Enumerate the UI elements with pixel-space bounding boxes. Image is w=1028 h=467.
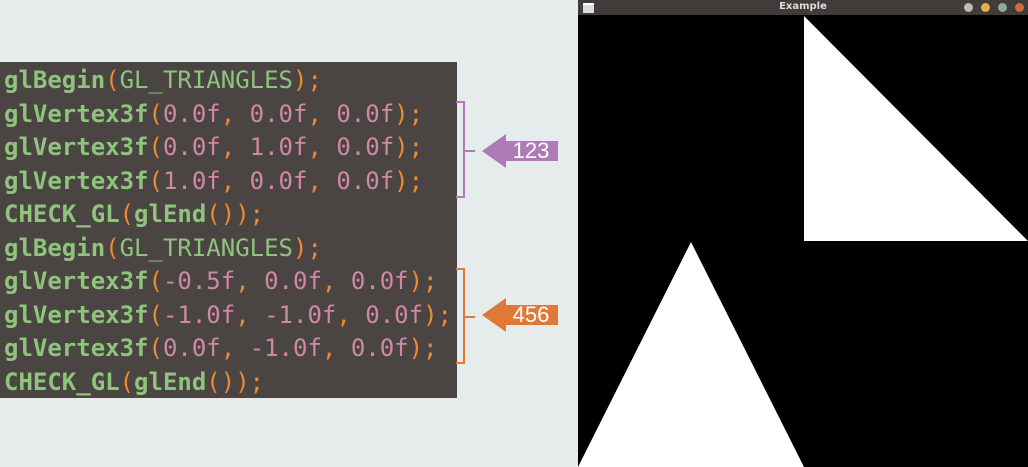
code-token: );: [394, 99, 424, 128]
window-maximize-button[interactable]: [998, 3, 1007, 12]
code-token: glVertex3f: [4, 133, 149, 161]
code-line: glVertex3f(0.0f, 1.0f, 0.0f);: [0, 131, 457, 165]
code-token: (: [148, 300, 163, 329]
code-token: (: [148, 166, 163, 195]
code-token: 0.0f: [350, 334, 409, 362]
example-window: Example: [578, 0, 1028, 467]
window-titlebar[interactable]: Example: [578, 0, 1028, 15]
code-line: glVertex3f(-0.5f, 0.0f, 0.0f);: [0, 265, 457, 299]
code-token: -1.0f: [162, 300, 236, 329]
code-token: 0.0f: [336, 99, 395, 128]
triangle-1: [804, 16, 1028, 241]
code-token: (: [148, 267, 163, 295]
callout-arrow-456: 456: [482, 298, 558, 332]
code-token: );: [423, 300, 452, 329]
code-token: (: [148, 99, 163, 128]
code-token: CHECK_GL: [4, 200, 120, 228]
code-token: glVertex3f: [4, 334, 149, 362]
code-line: CHECK_GL(glEnd());: [0, 198, 457, 232]
code-token: 0.0f: [264, 267, 322, 295]
code-token: 0.0f: [336, 133, 395, 161]
code-token: 1.0f: [162, 166, 221, 195]
code-token: );: [408, 267, 438, 295]
code-token: ,: [235, 300, 265, 329]
code-token: 0.0f: [162, 133, 221, 161]
code-token: );: [408, 334, 438, 362]
code-token: glEnd: [134, 200, 207, 228]
code-line: CHECK_GL(glEnd());: [0, 366, 457, 400]
code-token: ,: [336, 300, 366, 329]
code-token: ,: [307, 133, 337, 161]
code-token: (: [105, 66, 120, 94]
code-token: 0.0f: [365, 300, 424, 329]
code-token: ());: [206, 200, 265, 228]
code-token: ,: [321, 267, 351, 295]
code-token: ,: [220, 166, 250, 195]
bracket-first-triangle: [456, 101, 475, 198]
window-close-button[interactable]: [1015, 3, 1024, 12]
code-token: ,: [235, 267, 265, 295]
window-title: Example: [779, 1, 827, 12]
code-token: glVertex3f: [4, 166, 149, 195]
code-token: (: [105, 233, 120, 262]
code-token: 0.0f: [162, 334, 221, 362]
code-token: );: [293, 233, 322, 262]
callout-label: 456: [512, 302, 550, 327]
code-token: ,: [321, 334, 351, 362]
code-token: ,: [220, 334, 250, 362]
code-token: ,: [220, 99, 250, 128]
code-token: 0.0f: [162, 99, 221, 128]
code-token: GL_TRIANGLES: [119, 66, 293, 94]
code-token: 1.0f: [249, 133, 308, 161]
code-token: ,: [220, 133, 250, 161]
triangle-2: [578, 242, 804, 467]
code-token: 0.0f: [249, 166, 308, 195]
window-up-button[interactable]: [964, 3, 973, 12]
code-token: glVertex3f: [4, 300, 149, 329]
code-token: (: [148, 334, 163, 362]
code-token: (: [119, 367, 135, 396]
code-token: );: [293, 66, 322, 94]
code-token: ());: [206, 367, 265, 396]
code-token: );: [394, 166, 424, 195]
code-token: 0.0f: [249, 99, 308, 128]
code-line: glBegin(GL_TRIANGLES);: [0, 232, 457, 266]
code-token: ,: [307, 166, 337, 195]
code-token: glEnd: [134, 367, 207, 396]
code-token: glVertex3f: [4, 99, 149, 128]
code-token: 0.0f: [350, 267, 409, 295]
code-token: CHECK_GL: [4, 367, 120, 396]
callout-label: 123: [512, 138, 550, 163]
code-line: glVertex3f(-1.0f, -1.0f, 0.0f);: [0, 299, 457, 333]
code-token: (: [148, 133, 163, 161]
code-token: GL_TRIANGLES: [119, 233, 293, 262]
callout-arrow-123: 123: [482, 134, 558, 168]
code-token: glBegin: [4, 66, 106, 94]
code-token: -1.0f: [264, 300, 337, 329]
code-token: (: [119, 200, 135, 228]
code-token: -1.0f: [249, 334, 322, 362]
code-panel: glBegin(GL_TRIANGLES); glVertex3f(0.0f, 0…: [0, 62, 457, 398]
code-line: glVertex3f(0.0f, 0.0f, 0.0f);: [0, 98, 457, 132]
code-line: glVertex3f(1.0f, 0.0f, 0.0f);: [0, 165, 457, 199]
render-canvas: [578, 16, 1028, 467]
code-line: glBegin(GL_TRIANGLES);: [0, 64, 457, 98]
window-minimize-button[interactable]: [981, 3, 990, 12]
code-token: ,: [307, 99, 337, 128]
code-line: glVertex3f(0.0f, -1.0f, 0.0f);: [0, 332, 457, 366]
code-token: );: [394, 133, 424, 161]
bracket-second-triangle: [456, 268, 475, 364]
code-token: glVertex3f: [4, 267, 149, 295]
code-token: -0.5f: [162, 267, 236, 295]
code-token: 0.0f: [336, 166, 395, 195]
code-token: glBegin: [4, 233, 106, 262]
